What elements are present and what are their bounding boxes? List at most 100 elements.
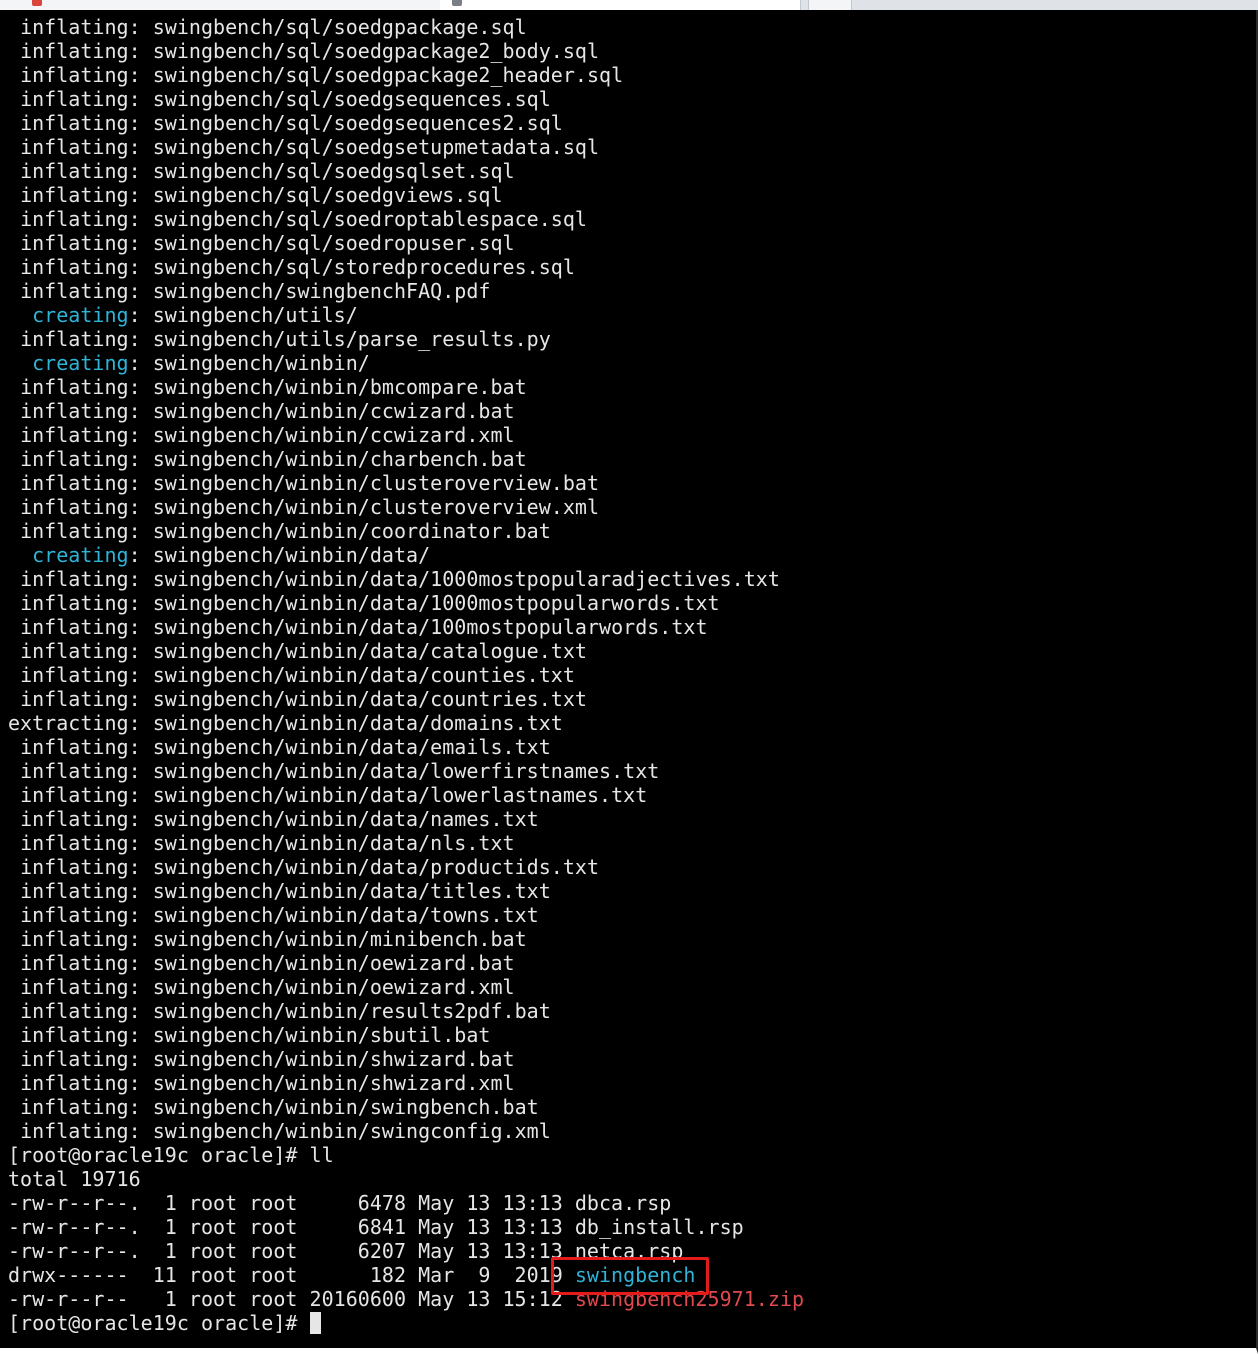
- action-label: inflating: [20, 879, 129, 903]
- terminal-tab-icon: [452, 0, 462, 6]
- action-label: inflating: [20, 927, 129, 951]
- action-label: inflating: [20, 615, 129, 639]
- tab-new[interactable]: [808, 0, 852, 10]
- prompt-line-current: [root@oracle19c oracle]#: [8, 1311, 804, 1335]
- action-label: inflating: [20, 135, 129, 159]
- terminal-output: inflating: swingbench/sql/soedgpackage.s…: [8, 15, 804, 1335]
- listing-meta: drwx------ 11 root root 182 Mar 9 2019: [8, 1263, 575, 1287]
- file-path: swingbench/winbin/data/productids.txt: [152, 855, 600, 879]
- action-label: inflating: [20, 663, 129, 687]
- file-path: swingbench/winbin/data/counties.txt: [152, 663, 575, 687]
- output-line: inflating: swingbench/winbin/shwizard.xm…: [20, 1071, 515, 1095]
- output-line: inflating: swingbench/winbin/results2pdf…: [20, 999, 551, 1023]
- file-path: swingbench/sql/storedprocedures.sql: [152, 255, 575, 279]
- file-path: swingbench/winbin/shwizard.bat: [152, 1047, 515, 1071]
- output-line: inflating: swingbench/sql/soedroptablesp…: [20, 207, 587, 231]
- listing-filename: swingbench25971.zip: [574, 1287, 805, 1311]
- action-label: inflating: [20, 279, 129, 303]
- action-label: inflating: [20, 975, 129, 999]
- action-label: inflating: [20, 831, 129, 855]
- file-path: swingbench/sql/soedroptablespace.sql: [152, 207, 587, 231]
- output-line: inflating: swingbench/winbin/data/produc…: [20, 855, 600, 879]
- file-path: swingbench/winbin/data/catalogue.txt: [152, 639, 587, 663]
- file-path: swingbench/winbin/data/lowerlastnames.tx…: [152, 783, 648, 807]
- action-label: inflating: [20, 687, 129, 711]
- shell-command: ll: [309, 1143, 334, 1167]
- output-line: inflating: swingbench/sql/soedgsqlset.sq…: [20, 159, 515, 183]
- listing-row: drwx------ 11 root root 182 Mar 9 2019 s…: [8, 1263, 804, 1287]
- file-path: swingbench/sql/soedgpackage2_header.sql: [152, 63, 624, 87]
- output-line: inflating: swingbench/winbin/data/nls.tx…: [20, 831, 515, 855]
- output-line: inflating: swingbench/winbin/data/titles…: [20, 879, 551, 903]
- file-path: swingbench/sql/soedgviews.sql: [152, 183, 503, 207]
- file-path: swingbench/winbin/bmcompare.bat: [152, 375, 527, 399]
- action-label: inflating: [20, 1119, 129, 1143]
- output-line: inflating: swingbench/winbin/data/1000mo…: [20, 591, 720, 615]
- file-path: swingbench/winbin/data/lowerfirstnames.t…: [152, 759, 660, 783]
- output-line: inflating: swingbench/swingbenchFAQ.pdf: [20, 279, 491, 303]
- file-path: swingbench/winbin/ccwizard.bat: [152, 399, 515, 423]
- file-path: swingbench/winbin/results2pdf.bat: [152, 999, 551, 1023]
- output-line: inflating: swingbench/winbin/data/countr…: [20, 687, 587, 711]
- file-path: swingbench/winbin/data/towns.txt: [152, 903, 539, 927]
- action-label: inflating: [20, 519, 129, 543]
- action-label: inflating: [20, 1095, 129, 1119]
- file-path: swingbench/winbin/clusteroverview.xml: [152, 495, 600, 519]
- action-label: extracting: [8, 711, 129, 735]
- output-line: creating: swingbench/winbin/data/: [32, 543, 431, 567]
- output-line: inflating: swingbench/winbin/clusterover…: [20, 495, 600, 519]
- listing-meta: -rw-r--r-- 1 root root 20160600 May 13 1…: [8, 1287, 575, 1311]
- output-line: inflating: swingbench/winbin/minibench.b…: [20, 927, 527, 951]
- output-line: inflating: swingbench/winbin/data/counti…: [20, 663, 575, 687]
- output-line: inflating: swingbench/winbin/data/emails…: [20, 735, 551, 759]
- output-line: inflating: swingbench/sql/soedgpackage.s…: [20, 15, 527, 39]
- output-line: inflating: swingbench/sql/soedgsetupmeta…: [20, 135, 600, 159]
- tab-left[interactable]: [0, 0, 441, 10]
- action-label: inflating: [20, 639, 129, 663]
- listing-row: -rw-r--r-- 1 root root 20160600 May 13 1…: [8, 1287, 804, 1311]
- action-label: inflating: [20, 471, 129, 495]
- file-path: swingbench/sql/soedgsequences.sql: [152, 87, 551, 111]
- action-label: inflating: [20, 207, 129, 231]
- action-label: inflating: [20, 759, 129, 783]
- listing-row: -rw-r--r--. 1 root root 6841 May 13 13:1…: [8, 1215, 804, 1239]
- action-label: inflating: [20, 999, 129, 1023]
- action-label: inflating: [20, 39, 129, 63]
- file-path: swingbench/winbin/data/nls.txt: [152, 831, 515, 855]
- output-line: inflating: swingbench/winbin/data/towns.…: [20, 903, 539, 927]
- tab-active[interactable]: [440, 0, 801, 10]
- output-line: inflating: swingbench/winbin/data/lowerl…: [20, 783, 648, 807]
- action-label: inflating: [20, 735, 129, 759]
- output-line: inflating: swingbench/winbin/swingconfig…: [20, 1119, 551, 1143]
- file-path: swingbench/winbin/data/titles.txt: [152, 879, 551, 903]
- listing-meta: -rw-r--r--. 1 root root 6478 May 13 13:1…: [8, 1191, 575, 1215]
- file-path: swingbench/sql/soedgpackage2_body.sql: [152, 39, 600, 63]
- output-line: inflating: swingbench/sql/soedgsequences…: [20, 111, 563, 135]
- output-line: inflating: swingbench/winbin/shwizard.ba…: [20, 1047, 515, 1071]
- action-label: inflating: [20, 1047, 129, 1071]
- file-path: swingbench/utils/: [152, 303, 358, 327]
- output-line: inflating: swingbench/sql/storedprocedur…: [20, 255, 575, 279]
- terminal-window[interactable]: inflating: swingbench/sql/soedgpackage.s…: [0, 10, 1258, 1354]
- terminal-cursor[interactable]: [309, 1312, 321, 1334]
- shell-prompt: [root@oracle19c oracle]#: [8, 1311, 310, 1335]
- output-line: inflating: swingbench/winbin/charbench.b…: [20, 447, 527, 471]
- action-label: creating: [32, 351, 129, 375]
- listing-filename: netca.rsp: [574, 1239, 684, 1263]
- action-label: inflating: [20, 15, 129, 39]
- action-label: inflating: [20, 63, 129, 87]
- output-line: inflating: swingbench/winbin/clusterover…: [20, 471, 600, 495]
- file-path: swingbench/sql/soedgsequences2.sql: [152, 111, 563, 135]
- file-path: swingbench/winbin/data/100mostpopularwor…: [152, 615, 708, 639]
- total-line: total 19716: [8, 1167, 804, 1191]
- file-path: swingbench/sql/soedgsetupmetadata.sql: [152, 135, 600, 159]
- file-path: swingbench/sql/soedgpackage.sql: [152, 15, 527, 39]
- file-path: swingbench/sql/soedgsqlset.sql: [152, 159, 515, 183]
- listing-filename: dbca.rsp: [574, 1191, 672, 1215]
- action-label: inflating: [20, 399, 129, 423]
- output-line: inflating: swingbench/sql/soedgpackage2_…: [20, 39, 600, 63]
- file-path: swingbench/winbin/oewizard.xml: [152, 975, 515, 999]
- output-line: inflating: swingbench/sql/soedgsequences…: [20, 87, 551, 111]
- action-label: inflating: [20, 591, 129, 615]
- output-line: inflating: swingbench/winbin/swingbench.…: [20, 1095, 539, 1119]
